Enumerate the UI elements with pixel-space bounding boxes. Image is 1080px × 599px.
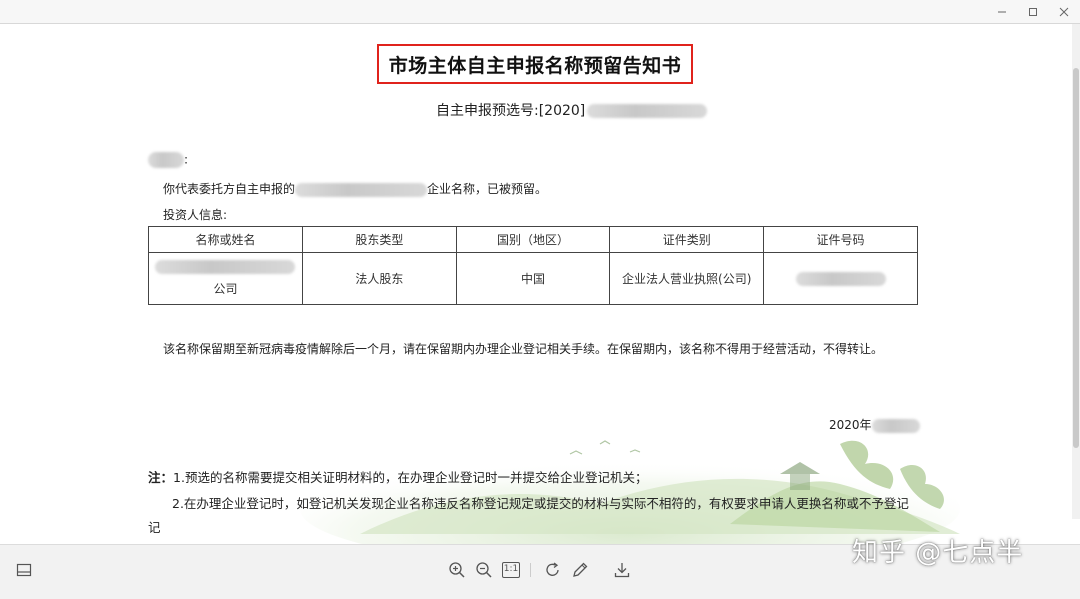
sidebar-toggle-icon <box>16 563 32 577</box>
vertical-scrollbar[interactable] <box>1072 24 1080 519</box>
col-header-id-type: 证件类别 <box>609 226 765 253</box>
download-icon <box>614 563 630 578</box>
zoom-out-icon <box>476 562 492 578</box>
scrollbar-thumb[interactable] <box>1073 68 1079 448</box>
line1-suffix: 企业名称，已被预留。 <box>427 182 548 196</box>
table-header-row: 名称或姓名 股东类型 国别（地区） 证件类别 证件号码 <box>148 226 918 253</box>
cell-type: 法人股东 <box>301 252 457 305</box>
minimize-button[interactable] <box>988 2 1016 22</box>
redacted-id-number <box>795 271 886 286</box>
cell-id-number <box>763 252 918 305</box>
pdf-viewer-window: 市场主体自主申报名称预留告知书 自主申报预选号:[2020] : 你代表委托方自… <box>0 0 1080 599</box>
note-line-2-wrap: 记 <box>148 520 161 535</box>
investor-label: 投资人信息: <box>163 208 228 222</box>
zoom-out-button[interactable] <box>472 558 496 582</box>
investor-table: 名称或姓名 股东类型 国别（地区） 证件类别 证件号码 公司 法人股东 中国 企… <box>148 226 918 305</box>
annotate-pen-icon <box>573 562 588 577</box>
actual-size-icon: 1:1 <box>502 562 520 578</box>
zoom-in-button[interactable] <box>445 558 469 582</box>
minimize-icon <box>998 11 1006 13</box>
redacted-company-name <box>295 182 428 197</box>
prefilling-label: 自主申报预选号:[2020] <box>436 103 586 119</box>
col-header-country: 国别（地区） <box>455 226 611 253</box>
rotate-button[interactable] <box>541 558 565 582</box>
maximize-icon <box>1029 8 1037 16</box>
annotate-button[interactable] <box>568 558 592 582</box>
document-title: 市场主体自主申报名称预留告知书 <box>388 54 682 77</box>
rotate-icon <box>546 562 559 576</box>
note-1-text: 1.预选的名称需要提交相关证明材料的，在办理企业登记时一并提交给企业登记机关； <box>173 470 648 485</box>
close-button[interactable] <box>1050 2 1078 22</box>
redacted-shareholder-name <box>155 260 296 274</box>
salutation: : <box>148 152 188 168</box>
note-line-1: 注：1.预选的名称需要提交相关证明材料的，在办理企业登记时一并提交给企业登记机关… <box>148 467 647 486</box>
close-icon <box>1059 7 1069 17</box>
reservation-line: 你代表委托方自主申报的 企业名称，已被预留。 <box>163 180 547 197</box>
line1-prefix: 你代表委托方自主申报的 <box>163 182 296 196</box>
col-header-id-number: 证件号码 <box>763 226 918 253</box>
sidebar-toggle-button[interactable] <box>12 558 36 582</box>
title-highlight-box: 市场主体自主申报名称预留告知书 <box>377 44 693 84</box>
cell-name: 公司 <box>148 252 303 305</box>
redacted-recipient <box>148 152 184 168</box>
document-page: 市场主体自主申报名称预留告知书 自主申报预选号:[2020] : 你代表委托方自… <box>0 24 1072 544</box>
maximize-button[interactable] <box>1019 2 1047 22</box>
window-titlebar <box>0 0 1080 24</box>
zoom-in-icon <box>449 562 465 578</box>
retention-notice: 该名称保留期至新冠病毒疫情解除后一个月，请在保留期内办理企业登记相关手续。在保留… <box>163 342 884 356</box>
redacted-number <box>587 104 708 118</box>
cell-country: 中国 <box>455 252 611 305</box>
cell-id-type: 企业法人营业执照(公司) <box>609 252 765 305</box>
toolbar-divider <box>530 563 531 577</box>
actual-size-button[interactable]: 1:1 <box>499 558 523 582</box>
note-line-2: 2.在办理企业登记时，如登记机关发现企业名称违反名称登记规定或提交的材料与实际不… <box>172 496 909 511</box>
cell-name-suffix: 公司 <box>213 282 238 296</box>
table-row: 公司 法人股东 中国 企业法人营业执照(公司) <box>148 252 918 305</box>
note-label: 注： <box>148 470 174 485</box>
watermark-text: 知乎 @七点半 <box>852 538 1024 568</box>
salutation-colon: : <box>184 152 189 167</box>
download-button[interactable] <box>610 558 634 582</box>
prefilling-number: 自主申报预选号:[2020] <box>436 100 708 120</box>
document-viewport[interactable]: 市场主体自主申报名称预留告知书 自主申报预选号:[2020] : 你代表委托方自… <box>0 24 1080 544</box>
col-header-name: 名称或姓名 <box>148 226 303 253</box>
col-header-type: 股东类型 <box>301 226 457 253</box>
